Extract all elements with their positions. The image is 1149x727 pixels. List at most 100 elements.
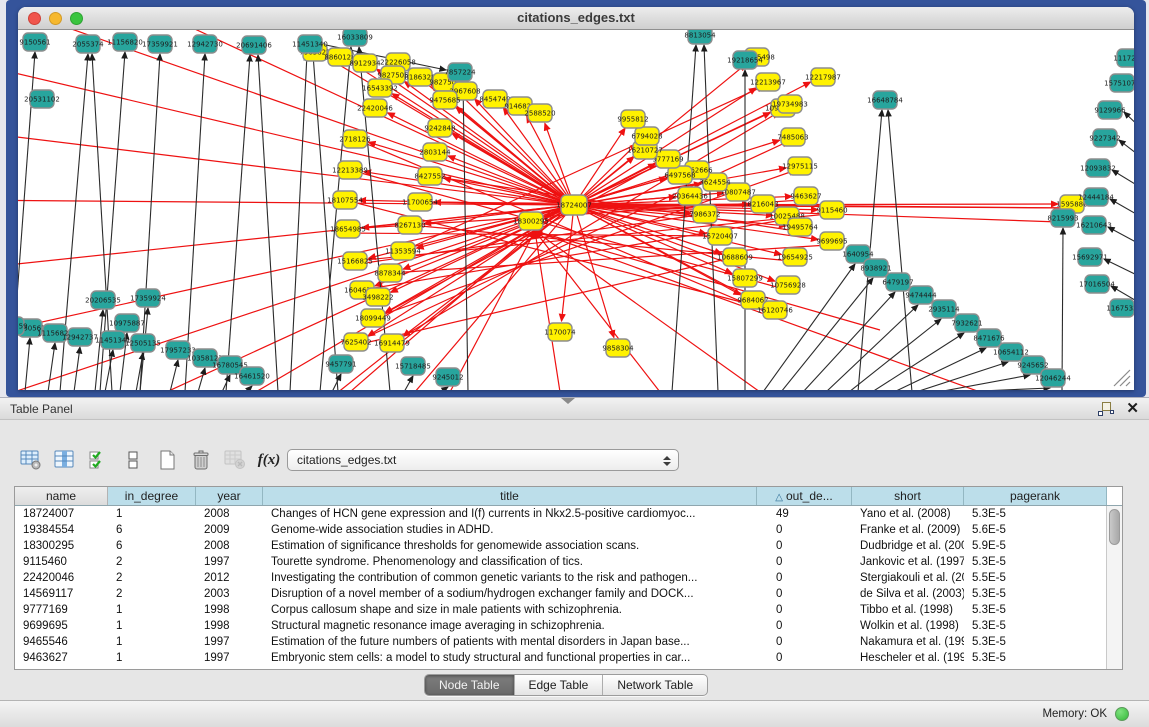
scrollbar-thumb[interactable] bbox=[1109, 509, 1120, 545]
graph-node[interactable]: 7986372 bbox=[689, 205, 720, 223]
graph-node[interactable]: 19654925 bbox=[777, 248, 813, 266]
table-row[interactable]: 977716911998Corpus callosum shape and si… bbox=[15, 602, 1106, 618]
table-row[interactable]: 969969511998Structural magnetic resonanc… bbox=[15, 618, 1106, 634]
graph-node[interactable]: 10756928 bbox=[770, 276, 806, 294]
table-row[interactable]: 1830029562008Estimation of significance … bbox=[15, 538, 1106, 554]
black-edge[interactable] bbox=[938, 375, 1030, 390]
tab-edge-table[interactable]: Edge Table bbox=[515, 675, 604, 695]
splitter-collapse-handle[interactable] bbox=[561, 398, 575, 404]
graph-node[interactable]: 18107554 bbox=[327, 191, 363, 209]
graph-node[interactable]: 9699695 bbox=[816, 232, 847, 250]
graph-node[interactable]: 22420046 bbox=[357, 99, 393, 117]
black-edge[interactable] bbox=[1112, 170, 1134, 190]
table-row[interactable]: 1456911722003Disruption of a novel membe… bbox=[15, 586, 1106, 602]
graph-node[interactable]: 9475685 bbox=[429, 91, 460, 109]
black-edge[interactable] bbox=[246, 386, 252, 390]
graph-node[interactable]: 1167533 bbox=[1106, 299, 1134, 317]
canvas-resize-grip[interactable] bbox=[1114, 370, 1130, 386]
graph-node[interactable]: 8912934 bbox=[349, 54, 381, 72]
black-edge[interactable] bbox=[1108, 227, 1134, 247]
graph-node[interactable]: 11156820 bbox=[107, 33, 143, 51]
black-edge[interactable] bbox=[463, 82, 468, 390]
graph-node[interactable]: 16914479 bbox=[374, 334, 410, 352]
table-row[interactable]: 2242004622012Investigating the contribut… bbox=[15, 570, 1106, 586]
black-edge[interactable] bbox=[48, 343, 55, 390]
table-row[interactable]: 1938455462009Genome-wide association stu… bbox=[15, 522, 1106, 538]
graph-node[interactable]: 12975115 bbox=[782, 157, 818, 175]
network-canvas[interactable]: 1872400718300295796382288601288912934222… bbox=[18, 30, 1134, 390]
graph-node[interactable]: 15751074 bbox=[1104, 74, 1134, 92]
black-edge[interactable] bbox=[313, 54, 338, 390]
red-edge[interactable] bbox=[18, 130, 574, 205]
graph-node[interactable]: 16210643 bbox=[1076, 216, 1112, 234]
black-edge[interactable] bbox=[1119, 140, 1134, 160]
citation-graph[interactable]: 1872400718300295796382288601288912934222… bbox=[18, 30, 1134, 390]
table-row[interactable]: 911546021997Tourette syndrome. Phenomeno… bbox=[15, 554, 1106, 570]
black-edge[interactable] bbox=[1110, 199, 1134, 219]
graph-node[interactable]: 10975887 bbox=[109, 314, 145, 332]
function-builder-icon[interactable]: f(x) bbox=[256, 447, 282, 473]
graph-node[interactable]: 15807299 bbox=[727, 269, 763, 287]
graph-node[interactable]: 6479197 bbox=[882, 273, 913, 291]
graph-node[interactable]: 8427552 bbox=[414, 167, 445, 185]
new-column-icon[interactable] bbox=[154, 447, 180, 473]
graph-node[interactable]: 20531102 bbox=[24, 90, 60, 108]
graph-node[interactable]: 17359924 bbox=[130, 289, 166, 307]
column-visibility-icon[interactable] bbox=[52, 447, 78, 473]
red-edge[interactable] bbox=[18, 30, 574, 205]
black-edge[interactable] bbox=[258, 55, 278, 390]
black-edge[interactable] bbox=[185, 54, 205, 390]
graph-node[interactable]: 9463627 bbox=[790, 187, 821, 205]
graph-node[interactable]: 9150561 bbox=[19, 33, 50, 51]
black-edge[interactable] bbox=[1062, 228, 1063, 390]
float-panel-icon[interactable] bbox=[1098, 401, 1114, 416]
graph-node[interactable]: 7932621 bbox=[951, 314, 982, 332]
black-edge[interactable] bbox=[170, 360, 178, 390]
delete-column-icon[interactable] bbox=[188, 447, 214, 473]
network-window-titlebar[interactable]: citations_edges.txt bbox=[18, 7, 1134, 30]
close-panel-icon[interactable]: ✕ bbox=[1126, 401, 1139, 416]
graph-node[interactable]: 2588520 bbox=[524, 104, 555, 122]
table-row[interactable]: 1872400712008Changes of HCN gene express… bbox=[15, 506, 1106, 522]
black-edge[interactable] bbox=[74, 347, 80, 390]
black-edge[interactable] bbox=[1104, 259, 1134, 279]
black-edge[interactable] bbox=[95, 310, 103, 390]
red-edge[interactable] bbox=[562, 205, 574, 321]
graph-node[interactable]: 8878344 bbox=[374, 264, 406, 282]
graph-node[interactable]: 12217987 bbox=[805, 68, 841, 86]
graph-node[interactable]: 16033809 bbox=[337, 30, 373, 46]
graph-node[interactable]: 7625402 bbox=[340, 333, 371, 351]
graph-node[interactable]: 8215993 bbox=[1047, 209, 1078, 227]
graph-node[interactable]: 15166825 bbox=[337, 252, 373, 270]
graph-node[interactable]: 8216043 bbox=[747, 195, 778, 213]
graph-node[interactable]: 8267130 bbox=[394, 216, 425, 234]
graph-node[interactable]: 17016504 bbox=[1079, 275, 1115, 293]
table-row[interactable]: 946362711997Embryonic stem cells: a mode… bbox=[15, 650, 1106, 666]
row-selection-icon[interactable] bbox=[86, 447, 112, 473]
graph-node[interactable]: 2055374 bbox=[72, 35, 104, 53]
column-header-title[interactable]: title bbox=[263, 487, 757, 505]
graph-node[interactable]: 15692971 bbox=[1072, 248, 1108, 266]
graph-node[interactable]: 7857224 bbox=[444, 63, 476, 81]
column-header-in_degree[interactable]: in_degree bbox=[108, 487, 196, 505]
graph-node[interactable]: 1117205 bbox=[1113, 49, 1134, 67]
graph-node[interactable]: 12942730 bbox=[187, 35, 223, 53]
black-edge[interactable] bbox=[803, 292, 895, 390]
black-edge[interactable] bbox=[888, 110, 912, 390]
red-edge[interactable] bbox=[364, 172, 574, 205]
red-edge[interactable] bbox=[18, 60, 574, 205]
graph-node[interactable]: 3498222 bbox=[362, 288, 393, 306]
graph-node[interactable]: 9115460 bbox=[816, 201, 847, 219]
red-edge[interactable] bbox=[18, 30, 574, 205]
graph-node[interactable]: 16648784 bbox=[867, 91, 903, 109]
red-edge[interactable] bbox=[368, 142, 574, 205]
tab-node-table[interactable]: Node Table bbox=[425, 675, 515, 695]
graph-node[interactable]: 2935114 bbox=[928, 300, 960, 318]
graph-node[interactable]: 1170074 bbox=[544, 323, 576, 341]
graph-node[interactable]: 8813054 bbox=[684, 30, 716, 44]
graph-node[interactable]: 9955812 bbox=[617, 110, 648, 128]
graph-node[interactable]: 9242848 bbox=[424, 119, 455, 137]
black-edge[interactable] bbox=[226, 55, 250, 390]
black-edge[interactable] bbox=[440, 387, 448, 390]
graph-node[interactable]: 17359921 bbox=[142, 35, 178, 53]
